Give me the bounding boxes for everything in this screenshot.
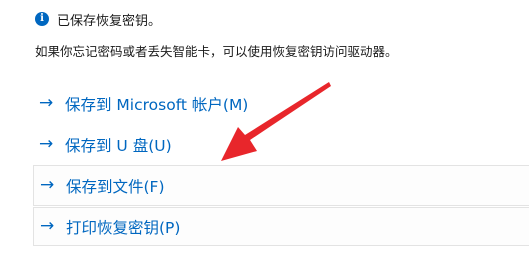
save-to-file-option[interactable]: → 保存到文件(F) xyxy=(33,165,529,206)
arrow-right-icon: → xyxy=(40,216,55,236)
save-to-usb-option[interactable]: → 保存到 U 盘(U) xyxy=(33,126,529,163)
save-to-file-label: 保存到文件(F) xyxy=(66,177,165,196)
saved-status-row: i 已保存恢复密钥。 xyxy=(35,9,161,29)
save-to-usb-label: 保存到 U 盘(U) xyxy=(65,136,172,155)
arrow-right-icon: → xyxy=(39,93,54,113)
info-icon: i xyxy=(35,12,49,26)
save-to-microsoft-account-label: 保存到 Microsoft 帐户(M) xyxy=(65,95,249,114)
recovery-description: 如果你忘记密码或者丢失智能卡，可以使用恢复密钥访问驱动器。 xyxy=(35,44,398,59)
save-to-microsoft-account-option[interactable]: → 保存到 Microsoft 帐户(M) xyxy=(33,85,529,122)
saved-status-message: 已保存恢复密钥。 xyxy=(57,13,162,29)
print-recovery-key-option[interactable]: → 打印恢复密钥(P) xyxy=(33,207,529,246)
arrow-right-icon: → xyxy=(40,175,55,195)
print-recovery-key-label: 打印恢复密钥(P) xyxy=(66,218,181,237)
arrow-right-icon: → xyxy=(39,134,54,154)
